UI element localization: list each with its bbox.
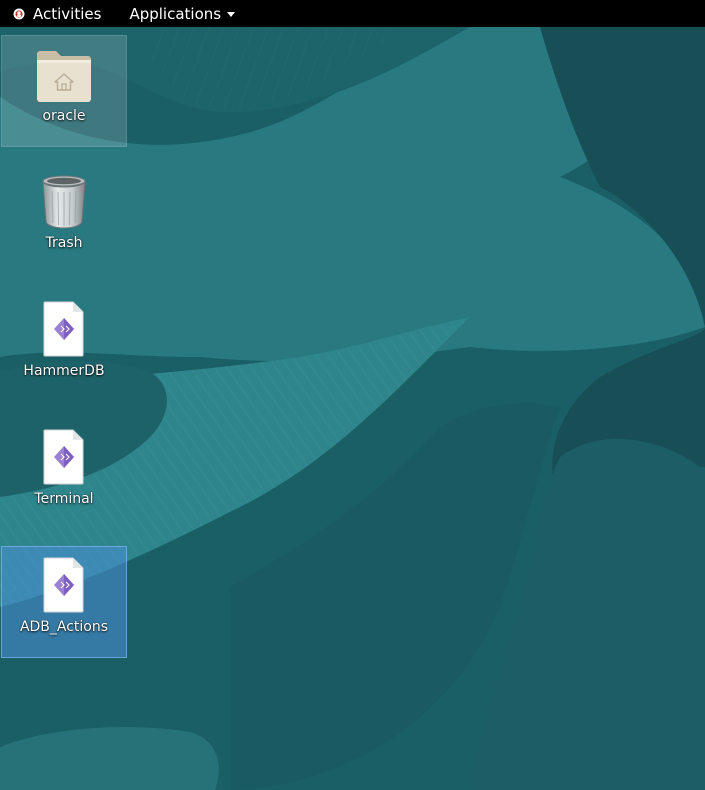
desktop-icon-label: oracle [42,108,86,124]
activities-button[interactable]: Activities [0,0,115,27]
desktop-icon-label: HammerDB [23,363,105,379]
activities-label: Activities [33,4,102,23]
desktop-icon-adb-actions[interactable]: ADB_Actions [1,546,127,658]
applications-menu[interactable]: Applications [115,0,245,27]
desktop-icon-trash[interactable]: Trash [1,163,127,275]
desktop-icon-oracle[interactable]: oracle [1,35,127,147]
applications-label: Applications [129,4,222,23]
trash-icon [33,169,95,233]
home-folder-icon [33,42,95,106]
desktop-icon-hammerdb[interactable]: HammerDB [1,291,127,403]
desktop-icon-label: ADB_Actions [19,619,109,635]
top-bar: Activities Applications [0,0,705,27]
desktop-screen: Activities Applications oracle Trash Ham… [0,0,705,790]
distro-logo-icon [13,8,25,19]
script-file-icon [33,553,95,617]
desktop-icon-terminal[interactable]: Terminal [1,419,127,531]
desktop-icon-label: Terminal [34,491,94,507]
chevron-down-icon [227,12,236,17]
desktop-icon-label: Trash [45,235,83,251]
script-file-icon [33,297,95,361]
script-file-icon [33,425,95,489]
